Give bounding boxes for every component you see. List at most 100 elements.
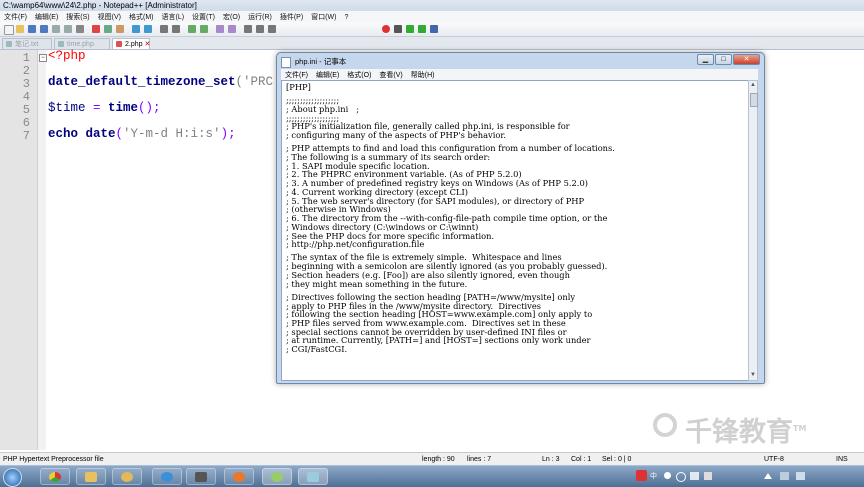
save-macro-icon[interactable] [430,25,438,33]
open-file-icon[interactable] [16,25,24,33]
scroll-thumb[interactable] [750,93,758,107]
stop-macro-icon[interactable] [394,25,402,33]
scroll-down-icon[interactable]: ▼ [749,371,757,380]
watermark-label: 千锋教育 [685,417,793,448]
ie-icon [161,472,173,482]
word-wrap-icon[interactable] [244,25,252,33]
code-line-5[interactable]: $time = time(); [48,101,161,115]
tab-notes-txt[interactable]: 笔记.txt [2,38,52,49]
close-file-icon[interactable] [52,25,60,33]
taskbar-sublime[interactable] [186,468,216,485]
window-controls: ▁ □ ✕ [696,54,760,65]
code-line-3[interactable]: date_default_timezone_set('PRC'); [48,75,296,89]
ini-text-line: ; configuring many of the aspects of PHP… [286,130,507,141]
fold-margin[interactable] [38,50,46,450]
record-macro-icon[interactable] [382,25,390,33]
ime-mode[interactable]: 中 [650,466,657,487]
settings-icon[interactable] [704,472,712,480]
save-icon[interactable] [28,25,36,33]
show-hidden-icons-icon[interactable] [764,473,772,479]
taskbar-chrome[interactable] [40,468,70,485]
notepad-icon [307,472,319,482]
save-all-icon[interactable] [40,25,48,33]
print-icon[interactable] [76,25,84,33]
show-all-chars-icon[interactable] [256,25,264,33]
network-icon[interactable] [780,472,789,480]
ini-text-line: [PHP] [286,82,311,92]
npp-title-bar: C:\wamp64\www\24\2.php - Notepad++ [Admi… [0,0,864,11]
start-button-icon[interactable] [3,468,22,487]
sync-h-icon[interactable] [228,25,236,33]
keyboard-icon[interactable] [690,472,699,480]
indent-guide-icon[interactable] [268,25,276,33]
play-macro-icon[interactable] [406,25,414,33]
windows-taskbar: 中 [0,465,864,487]
new-file-icon[interactable] [4,25,14,35]
firefox-icon [233,472,245,482]
code-function: date_default_timezone_set [48,75,236,89]
taskbar-users[interactable] [112,468,142,485]
ime-moon-icon[interactable] [664,472,671,479]
paste-icon[interactable] [116,25,124,33]
npp-toolbar [0,22,864,37]
taskbar-notepad[interactable] [298,468,328,485]
cut-icon[interactable] [92,25,100,33]
find-icon[interactable] [160,25,168,33]
zoom-in-icon[interactable] [188,25,196,33]
code-punct: ( [115,127,124,141]
file-icon [6,41,12,47]
code-function: date [78,127,116,141]
replace-icon[interactable] [172,25,180,33]
copy-icon[interactable] [104,25,112,33]
notepad-menubar: 文件(F) 编辑(E) 格式(O) 查看(V) 帮助(H) [281,69,758,80]
maximize-button[interactable]: □ [715,54,732,65]
line-number: 3 [22,77,30,91]
sublime-icon [195,472,207,482]
run-macro-multiple-icon[interactable] [418,25,426,33]
undo-icon[interactable] [132,25,140,33]
sogou-ime-icon[interactable] [636,470,647,481]
line-number: 6 [22,116,30,130]
tab-label: time.php [67,41,94,48]
line-number: 2 [22,64,30,78]
code-operator: = [85,101,109,115]
npp-tab-bar: 笔记.txt time.php 2.php ✕ [0,37,864,50]
taskbar-ie[interactable] [152,468,182,485]
system-tray: 中 [634,466,864,487]
code-punct: (); [138,101,161,115]
ini-text-line: ; they might mean something in the futur… [286,278,468,289]
taskbar-notepadpp[interactable] [262,468,292,485]
notepad-text-area[interactable]: [PHP];;;;;;;;;;;;;;;;;;;; About php.ini … [281,80,749,381]
php-open-tag: <?php [48,49,86,63]
code-line-7[interactable]: echo date('Y-m-d H:i:s'); [48,127,236,141]
ini-text-line: ; http://php.net/configuration.file [286,239,425,250]
ini-text-line: ; CGI/FastCGI. [286,344,348,355]
zoom-out-icon[interactable] [200,25,208,33]
taskbar-firefox[interactable] [224,468,254,485]
notepad-window[interactable]: php.ini - 记事本 ▁ □ ✕ 文件(F) 编辑(E) 格式(O) 查看(V) 帮助… [276,52,765,384]
npp-menubar: 文件(F) 编辑(E) 搜索(S) 视图(V) 格式(M) 语言(L) 设置(T) 宏(O) 运… [0,11,864,22]
close-button[interactable]: ✕ [733,54,760,65]
close-tab-icon[interactable]: ✕ [145,41,151,48]
tab-2-php[interactable]: 2.php ✕ [112,38,150,49]
ime-punct-icon[interactable] [676,472,686,482]
scroll-up-icon[interactable]: ▲ [749,81,757,90]
notepad-title-text: php.ini - 记事本 [295,57,347,66]
fold-toggle-icon[interactable]: − [39,54,47,62]
folder-icon [85,472,97,482]
minimize-button[interactable]: ▁ [697,54,714,65]
sync-v-icon[interactable] [216,25,224,33]
tab-time-php[interactable]: time.php [54,38,110,49]
notepad-icon [281,56,291,68]
vertical-scrollbar[interactable]: ▲ ▼ [748,80,758,381]
code-function: time [108,101,139,115]
code-keyword: echo [48,127,79,141]
file-icon [58,41,64,47]
redo-icon[interactable] [144,25,152,33]
taskbar-explorer[interactable] [76,468,106,485]
close-all-icon[interactable] [64,25,72,33]
watermark-tm: TM [793,424,807,433]
code-line-1[interactable]: <?php [48,49,86,63]
volume-icon[interactable] [796,472,805,480]
npp-status-bar: PHP Hypertext Preprocessor file length :… [0,452,864,466]
